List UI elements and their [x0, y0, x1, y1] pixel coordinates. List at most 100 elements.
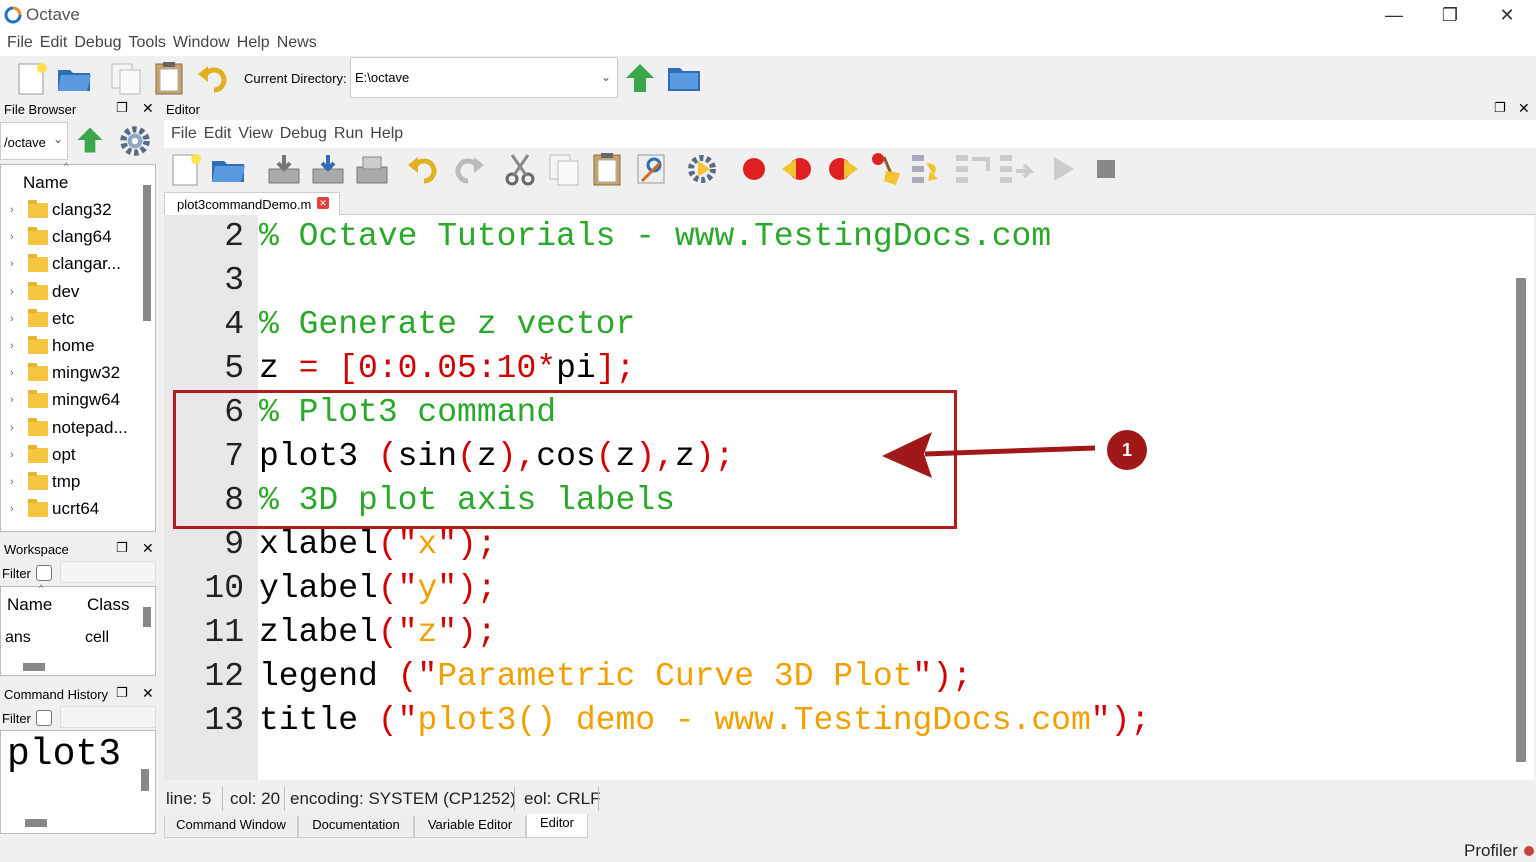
- close-icon[interactable]: ✕: [142, 540, 154, 557]
- current-directory-input[interactable]: E:\octave ⌄: [350, 57, 618, 98]
- save-as-icon[interactable]: [310, 151, 346, 187]
- close-icon[interactable]: ✕: [142, 685, 154, 702]
- open-file-icon[interactable]: [210, 151, 246, 187]
- chevron-right-icon[interactable]: ›: [10, 258, 14, 270]
- file-browser-item[interactable]: › etc: [10, 306, 136, 333]
- parent-directory-icon[interactable]: [74, 124, 106, 156]
- breakpoint-icon[interactable]: [736, 151, 772, 187]
- parent-directory-icon[interactable]: [622, 60, 658, 96]
- previous-breakpoint-icon[interactable]: [780, 151, 816, 187]
- filter-input[interactable]: [60, 561, 156, 583]
- chevron-right-icon[interactable]: ›: [10, 313, 14, 325]
- save-icon[interactable]: [266, 151, 302, 187]
- filter-checkbox[interactable]: [36, 565, 52, 581]
- close-icon[interactable]: ✕: [142, 100, 154, 117]
- chevron-right-icon[interactable]: ›: [10, 367, 14, 379]
- chevron-right-icon[interactable]: ›: [10, 449, 14, 461]
- history-entry[interactable]: plot3: [7, 733, 133, 776]
- menu-help[interactable]: Help: [237, 30, 270, 56]
- scrollbar-thumb[interactable]: [23, 663, 45, 671]
- chevron-down-icon[interactable]: ⌄: [601, 70, 611, 84]
- chevron-right-icon[interactable]: ›: [10, 204, 14, 216]
- menu-window[interactable]: Window: [173, 30, 230, 56]
- close-button[interactable]: ✕: [1484, 2, 1530, 28]
- line-number[interactable]: 2: [164, 218, 244, 255]
- filter-input[interactable]: [60, 706, 156, 728]
- code-line[interactable]: legend ("Parametric Curve 3D Plot");: [259, 658, 972, 695]
- file-browser-item[interactable]: › clangar...: [10, 252, 136, 279]
- scrollbar-thumb[interactable]: [141, 769, 149, 791]
- clear-breakpoints-icon[interactable]: [866, 151, 902, 187]
- editor-menu-debug[interactable]: Debug: [280, 120, 327, 148]
- code-line[interactable]: xlabel("x");: [259, 526, 497, 563]
- line-number[interactable]: 3: [164, 262, 244, 299]
- undo-icon[interactable]: [196, 60, 232, 96]
- minimize-button[interactable]: —: [1371, 2, 1417, 28]
- paste-icon[interactable]: [590, 151, 626, 187]
- code-line[interactable]: % Generate z vector: [259, 306, 635, 343]
- file-browser-item[interactable]: › mingw32: [10, 361, 136, 388]
- new-file-icon[interactable]: [168, 151, 204, 187]
- cut-icon[interactable]: [502, 151, 538, 187]
- find-replace-icon[interactable]: [634, 151, 670, 187]
- column-header-name[interactable]: Name: [7, 595, 52, 615]
- filter-checkbox[interactable]: [36, 710, 52, 726]
- file-browser-item[interactable]: › clang64: [10, 225, 136, 252]
- chevron-down-icon[interactable]: ⌄: [53, 132, 63, 146]
- open-folder-icon[interactable]: [56, 60, 92, 96]
- continue-icon[interactable]: [1044, 151, 1080, 187]
- file-browser-item[interactable]: › ucrt64: [10, 497, 136, 524]
- chevron-right-icon[interactable]: ›: [10, 286, 14, 298]
- step-over-icon[interactable]: [954, 151, 990, 187]
- next-breakpoint-icon[interactable]: [824, 151, 860, 187]
- maximize-button[interactable]: ❐: [1427, 2, 1473, 28]
- stop-icon[interactable]: [1088, 151, 1124, 187]
- editor-menu-edit[interactable]: Edit: [204, 120, 232, 148]
- copy-icon[interactable]: [108, 60, 144, 96]
- menu-debug[interactable]: Debug: [74, 30, 121, 56]
- file-browser-item[interactable]: › clang32: [10, 198, 136, 224]
- redo-icon[interactable]: [450, 151, 486, 187]
- undo-icon[interactable]: [406, 151, 442, 187]
- gear-icon[interactable]: [116, 122, 154, 160]
- file-browser-item[interactable]: › home: [10, 334, 136, 360]
- column-header-name[interactable]: Name: [23, 173, 68, 193]
- file-browser-item[interactable]: › notepad...: [10, 415, 136, 442]
- menu-tools[interactable]: Tools: [129, 30, 166, 56]
- tab-variable-editor[interactable]: Variable Editor: [414, 816, 526, 838]
- editor-menu-help[interactable]: Help: [370, 120, 403, 148]
- file-browser-item[interactable]: › tmp: [10, 470, 136, 496]
- print-icon[interactable]: [354, 151, 390, 187]
- code-line[interactable]: title ("plot3() demo - www.TestingDocs.c…: [259, 702, 1150, 739]
- line-number[interactable]: 10: [164, 570, 244, 607]
- undock-icon[interactable]: ❐: [116, 100, 128, 116]
- line-number[interactable]: 12: [164, 658, 244, 695]
- close-tab-icon[interactable]: ✕: [317, 197, 329, 209]
- chevron-right-icon[interactable]: ›: [10, 231, 14, 243]
- step-into-icon[interactable]: [910, 151, 946, 187]
- scrollbar-thumb[interactable]: [143, 607, 151, 627]
- undock-icon[interactable]: ❐: [116, 685, 128, 701]
- file-browser-item[interactable]: › opt: [10, 442, 136, 469]
- workspace-var-class[interactable]: cell: [85, 629, 109, 647]
- file-browser-item[interactable]: › dev: [10, 279, 136, 306]
- editor-menu-file[interactable]: File: [171, 120, 197, 148]
- file-browser-item[interactable]: › mingw64: [10, 388, 136, 415]
- profiler-status-icon[interactable]: [1524, 846, 1534, 856]
- chevron-right-icon[interactable]: ›: [10, 503, 14, 515]
- line-number[interactable]: 11: [164, 614, 244, 651]
- code-line[interactable]: zlabel("z");: [259, 614, 497, 651]
- menu-file[interactable]: File: [7, 30, 33, 56]
- scrollbar-thumb[interactable]: [143, 185, 151, 321]
- file-browser-path-combo[interactable]: /octave ⌄: [0, 122, 68, 160]
- scrollbar-thumb[interactable]: [25, 819, 47, 827]
- editor-tab[interactable]: plot3commandDemo.m ✕: [164, 192, 340, 215]
- copy-icon[interactable]: [546, 151, 582, 187]
- editor-menu-view[interactable]: View: [238, 120, 272, 148]
- line-number[interactable]: 13: [164, 702, 244, 739]
- workspace-var-name[interactable]: ans: [5, 629, 31, 647]
- code-line[interactable]: z = [0:0.05:10*pi];: [259, 350, 635, 387]
- chevron-right-icon[interactable]: ›: [10, 340, 14, 352]
- editor-menu-run[interactable]: Run: [334, 120, 363, 148]
- tab-editor[interactable]: Editor: [526, 814, 588, 838]
